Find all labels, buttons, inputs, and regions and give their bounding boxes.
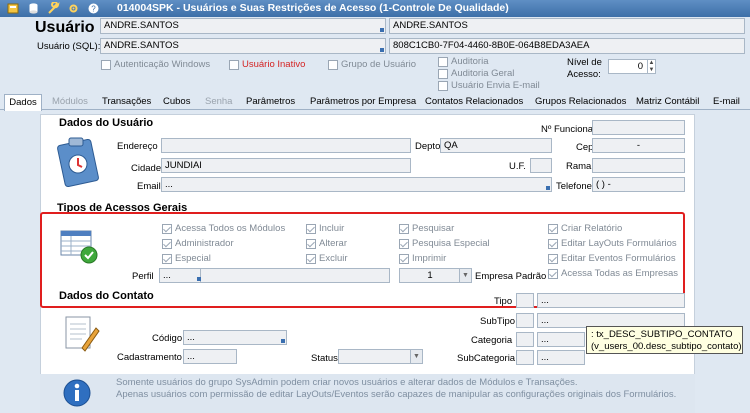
email-field[interactable]: ... xyxy=(161,177,552,192)
tab-modulos[interactable]: Módulos xyxy=(52,94,88,110)
ramal-field[interactable] xyxy=(592,158,685,173)
tooltip-line-2: (v_users_00.desc_subtipo_contato) xyxy=(591,341,742,352)
nivel-acesso-label: Nível de Acesso: xyxy=(567,57,602,80)
tab-contatos-relacionados[interactable]: Contatos Relacionados xyxy=(425,94,523,110)
usuario-envia-email-checkbox[interactable]: Usuário Envia E-mail xyxy=(438,80,540,91)
info-bar: Somente usuários do grupo SysAdmin podem… xyxy=(40,374,695,413)
tab-email[interactable]: E-mail xyxy=(713,94,740,110)
usuario-label: Usuário xyxy=(35,19,95,36)
chevron-down-icon[interactable]: ▼ xyxy=(410,350,422,363)
codigo-label: Código xyxy=(152,333,183,344)
subtipo-code-field[interactable] xyxy=(516,313,534,328)
status-label: Status xyxy=(311,353,338,364)
usuario-sql-field[interactable]: ANDRE.SANTOS xyxy=(100,38,386,54)
tab-parametros-empresa[interactable]: Parâmetros por Empresa xyxy=(310,94,416,110)
cidade-field[interactable]: JUNDIAI xyxy=(161,158,411,173)
usuario-name-field[interactable]: ANDRE.SANTOS xyxy=(389,18,745,34)
guid-field[interactable]: 808C1CB0-7F04-4460-8B0E-064B8EDA3AEA xyxy=(389,38,745,54)
uf-field[interactable] xyxy=(530,158,552,173)
tab-matriz-contabil[interactable]: Matriz Contábil xyxy=(636,94,699,110)
categoria-code-field[interactable] xyxy=(516,332,534,347)
spinner-arrows-icon[interactable]: ▲ ▼ xyxy=(647,60,655,73)
telefone-label: Telefone xyxy=(556,181,592,192)
database-icon[interactable] xyxy=(27,2,40,15)
settings-icon[interactable] xyxy=(67,2,80,15)
help-icon[interactable]: ? xyxy=(87,2,100,15)
cadastramento-label: Cadastramento xyxy=(117,352,182,363)
categoria-field[interactable]: ... xyxy=(537,332,585,347)
window-title: 014004SPK - Usuários e Suas Restrições d… xyxy=(117,2,509,14)
tab-dados[interactable]: Dados xyxy=(4,94,42,111)
auth-windows-checkbox[interactable]: Autenticação Windows xyxy=(101,59,210,70)
ramal-label: Ramal xyxy=(566,161,594,172)
info-text: Somente usuários do grupo SysAdmin podem… xyxy=(116,377,676,401)
tab-cubos[interactable]: Cubos xyxy=(163,94,190,110)
app-icon[interactable] xyxy=(7,2,20,15)
usuario-inativo-checkbox[interactable]: Usuário Inativo xyxy=(229,59,305,70)
tab-senha[interactable]: Senha xyxy=(205,94,232,110)
dados-contato-title: Dados do Contato xyxy=(59,290,154,302)
uf-label: U.F. xyxy=(509,161,526,172)
dados-usuario-title: Dados do Usuário xyxy=(59,117,154,129)
n-funcional-label: Nº Funcional xyxy=(541,124,596,135)
subtipo-label: SubTipo xyxy=(480,316,516,327)
tab-parametros[interactable]: Parâmetros xyxy=(246,94,295,110)
grupo-usuario-checkbox[interactable]: Grupo de Usuário xyxy=(328,59,416,70)
info-line-2: Apenas usuários com permissão de editar … xyxy=(116,389,677,400)
cep-label: Cep xyxy=(576,142,594,153)
depto-field[interactable]: QA xyxy=(440,138,552,153)
endereco-field[interactable] xyxy=(161,138,411,153)
subcategoria-label: SubCategoria xyxy=(457,353,516,364)
email-label: Email xyxy=(137,181,161,192)
endereco-label: Endereço xyxy=(117,141,158,152)
nivel-acesso-spinner[interactable]: 0 ▲ ▼ xyxy=(608,59,656,74)
subcategoria-code-field[interactable] xyxy=(516,350,534,365)
subcategoria-field[interactable]: ... xyxy=(537,350,585,365)
title-bar: ? 014004SPK - Usuários e Suas Restrições… xyxy=(0,0,750,17)
auditoria-geral-checkbox[interactable]: Auditoria Geral xyxy=(438,68,514,79)
tab-transacoes[interactable]: Transações xyxy=(102,94,151,110)
depto-label: Depto xyxy=(415,141,441,152)
n-funcional-field[interactable] xyxy=(592,120,685,135)
telefone-field[interactable]: ( ) - xyxy=(592,177,685,192)
cadastramento-field[interactable]: ... xyxy=(183,349,237,364)
tipo-code-field[interactable] xyxy=(516,293,534,308)
codigo-field[interactable]: ... xyxy=(183,330,287,345)
tab-grupos-relacionados[interactable]: Grupos Relacionados xyxy=(535,94,626,110)
info-line-1: Somente usuários do grupo SysAdmin podem… xyxy=(116,377,578,388)
usuario-sql-label: Usuário (SQL): xyxy=(37,41,101,52)
tipo-field[interactable]: ... xyxy=(537,293,685,308)
tooltip-line-1: : tx_DESC_SUBTIPO_CONTATO xyxy=(591,329,733,340)
usuario-field[interactable]: ANDRE.SANTOS xyxy=(100,18,386,34)
field-tooltip: : tx_DESC_SUBTIPO_CONTATO (v_users_00.de… xyxy=(586,326,743,354)
tipo-label: Tipo xyxy=(494,296,513,307)
cidade-label: Cidade xyxy=(131,163,162,174)
info-icon xyxy=(63,379,91,407)
tab-bar: Dados Módulos Transações Cubos Senha Par… xyxy=(0,93,750,111)
auditoria-checkbox[interactable]: Auditoria xyxy=(438,56,489,67)
svg-text:?: ? xyxy=(91,5,96,14)
cep-field[interactable]: - xyxy=(592,138,685,153)
contact-edit-icon xyxy=(65,316,100,352)
wrench-icon[interactable] xyxy=(47,2,60,15)
categoria-label: Categoria xyxy=(471,335,513,346)
user-badge-icon xyxy=(57,137,99,188)
status-select[interactable]: ▼ xyxy=(338,349,423,364)
